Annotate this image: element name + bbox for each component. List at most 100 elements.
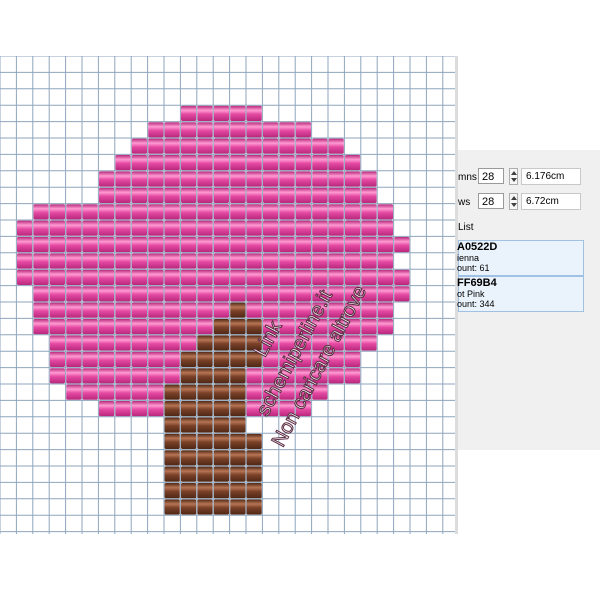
- pink-bead[interactable]: [115, 237, 131, 253]
- pink-bead[interactable]: [246, 171, 262, 187]
- pink-bead[interactable]: [33, 237, 49, 253]
- pink-bead[interactable]: [312, 237, 328, 253]
- pink-bead[interactable]: [148, 171, 164, 187]
- pink-bead[interactable]: [164, 220, 180, 236]
- pink-bead[interactable]: [213, 138, 229, 154]
- brown-bead[interactable]: [181, 417, 197, 433]
- pink-bead[interactable]: [131, 138, 147, 154]
- spin-up-icon[interactable]: [511, 171, 517, 175]
- pink-bead[interactable]: [361, 269, 377, 285]
- bead-pattern-canvas[interactable]: Link schemiperline.it Non caricare altrove: [0, 56, 458, 534]
- pink-bead[interactable]: [312, 204, 328, 220]
- pink-bead[interactable]: [115, 368, 131, 384]
- pink-bead[interactable]: [263, 220, 279, 236]
- brown-bead[interactable]: [181, 368, 197, 384]
- pink-bead[interactable]: [115, 401, 131, 417]
- pink-bead[interactable]: [148, 138, 164, 154]
- pink-bead[interactable]: [181, 335, 197, 351]
- pink-bead[interactable]: [148, 187, 164, 203]
- pink-bead[interactable]: [148, 384, 164, 400]
- pink-bead[interactable]: [164, 368, 180, 384]
- pink-bead[interactable]: [213, 302, 229, 318]
- pink-bead[interactable]: [197, 269, 213, 285]
- brown-bead[interactable]: [213, 483, 229, 499]
- pink-bead[interactable]: [49, 220, 65, 236]
- pink-bead[interactable]: [49, 286, 65, 302]
- pink-bead[interactable]: [246, 138, 262, 154]
- pink-bead[interactable]: [99, 319, 115, 335]
- pink-bead[interactable]: [49, 237, 65, 253]
- pink-bead[interactable]: [66, 351, 82, 367]
- pink-bead[interactable]: [263, 237, 279, 253]
- brown-bead[interactable]: [181, 450, 197, 466]
- brown-bead[interactable]: [181, 499, 197, 515]
- pink-bead[interactable]: [181, 105, 197, 121]
- pink-bead[interactable]: [197, 105, 213, 121]
- pink-bead[interactable]: [164, 351, 180, 367]
- pink-bead[interactable]: [377, 286, 393, 302]
- pink-bead[interactable]: [312, 220, 328, 236]
- brown-bead[interactable]: [213, 466, 229, 482]
- pink-bead[interactable]: [181, 319, 197, 335]
- pink-bead[interactable]: [394, 237, 410, 253]
- pink-bead[interactable]: [164, 286, 180, 302]
- pink-bead[interactable]: [263, 204, 279, 220]
- brown-bead[interactable]: [164, 450, 180, 466]
- pink-bead[interactable]: [279, 302, 295, 318]
- pink-bead[interactable]: [197, 220, 213, 236]
- pink-bead[interactable]: [328, 171, 344, 187]
- pink-bead[interactable]: [345, 187, 361, 203]
- pink-bead[interactable]: [279, 155, 295, 171]
- pink-bead[interactable]: [295, 122, 311, 138]
- brown-bead[interactable]: [197, 384, 213, 400]
- brown-bead[interactable]: [164, 401, 180, 417]
- pink-bead[interactable]: [312, 269, 328, 285]
- brown-bead[interactable]: [181, 483, 197, 499]
- pink-bead[interactable]: [197, 237, 213, 253]
- pink-bead[interactable]: [115, 171, 131, 187]
- pink-bead[interactable]: [99, 286, 115, 302]
- brown-bead[interactable]: [213, 351, 229, 367]
- pink-bead[interactable]: [361, 187, 377, 203]
- pink-bead[interactable]: [328, 138, 344, 154]
- pink-bead[interactable]: [148, 204, 164, 220]
- pink-bead[interactable]: [164, 204, 180, 220]
- pink-bead[interactable]: [99, 302, 115, 318]
- pink-bead[interactable]: [279, 171, 295, 187]
- pink-bead[interactable]: [131, 384, 147, 400]
- pink-bead[interactable]: [99, 368, 115, 384]
- pink-bead[interactable]: [263, 187, 279, 203]
- pink-bead[interactable]: [197, 155, 213, 171]
- pink-bead[interactable]: [17, 220, 33, 236]
- pink-bead[interactable]: [115, 204, 131, 220]
- brown-bead[interactable]: [230, 450, 246, 466]
- pink-bead[interactable]: [82, 351, 98, 367]
- brown-bead[interactable]: [213, 319, 229, 335]
- pink-bead[interactable]: [164, 237, 180, 253]
- pink-bead[interactable]: [148, 237, 164, 253]
- spin-up-icon[interactable]: [511, 196, 517, 200]
- pink-bead[interactable]: [328, 253, 344, 269]
- pink-bead[interactable]: [230, 187, 246, 203]
- pink-bead[interactable]: [148, 122, 164, 138]
- bead-grid[interactable]: Linkschemiperline.itNon caricare altrove: [0, 56, 458, 534]
- pink-bead[interactable]: [33, 220, 49, 236]
- pink-bead[interactable]: [99, 384, 115, 400]
- pink-bead[interactable]: [345, 155, 361, 171]
- pink-bead[interactable]: [17, 237, 33, 253]
- pink-bead[interactable]: [131, 253, 147, 269]
- pink-bead[interactable]: [66, 237, 82, 253]
- pink-bead[interactable]: [33, 302, 49, 318]
- brown-bead[interactable]: [197, 450, 213, 466]
- pink-bead[interactable]: [49, 253, 65, 269]
- pink-bead[interactable]: [279, 204, 295, 220]
- pink-bead[interactable]: [197, 138, 213, 154]
- pink-bead[interactable]: [345, 220, 361, 236]
- pink-bead[interactable]: [312, 253, 328, 269]
- pink-bead[interactable]: [295, 187, 311, 203]
- brown-bead[interactable]: [197, 335, 213, 351]
- pink-bead[interactable]: [197, 187, 213, 203]
- pink-bead[interactable]: [279, 187, 295, 203]
- pink-bead[interactable]: [82, 335, 98, 351]
- brown-bead[interactable]: [246, 466, 262, 482]
